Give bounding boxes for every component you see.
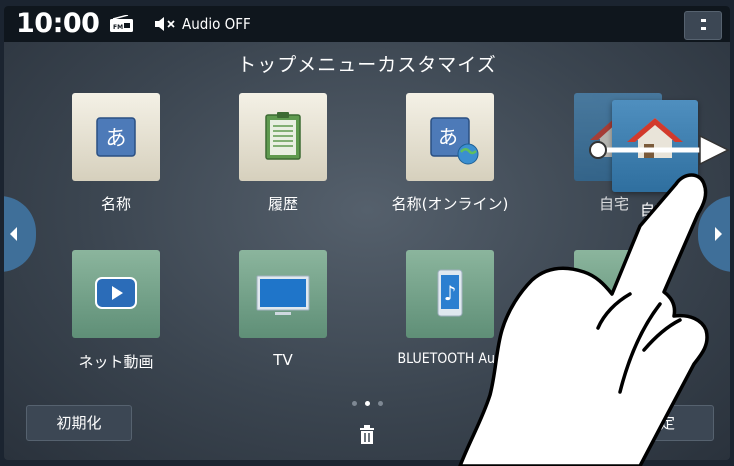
screen: 10:00 FM Audio OFF トップメニューカスタマイズ あ 名称 履歴… [0, 0, 734, 466]
pointing-hand-icon [458, 173, 709, 466]
swipe-gesture-overlay [458, 134, 730, 466]
drag-arrow-icon [589, 134, 730, 166]
